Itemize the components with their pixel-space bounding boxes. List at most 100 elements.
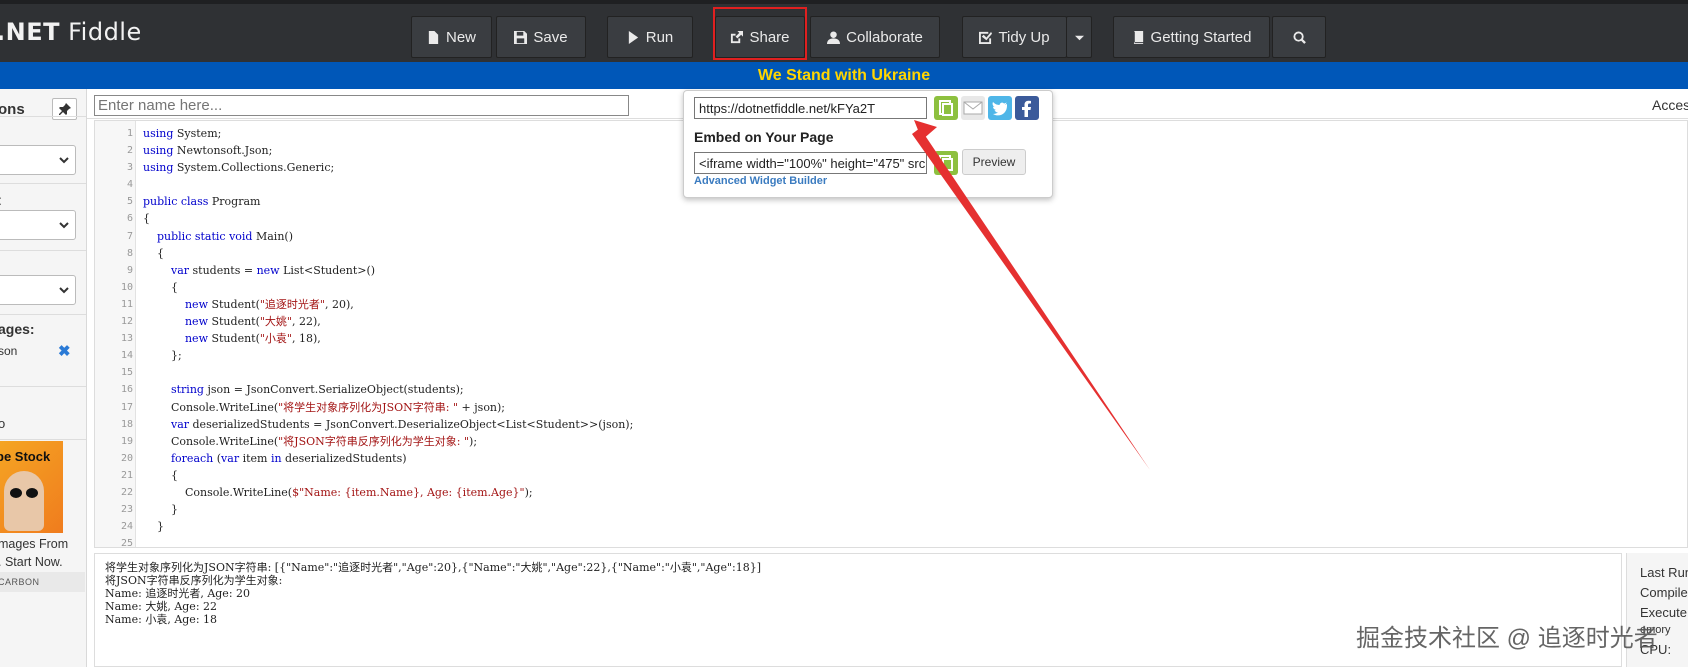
floppy-icon bbox=[514, 30, 528, 44]
code-text: new Student("小袁", 18), bbox=[184, 332, 321, 346]
compiler-select[interactable] bbox=[0, 275, 76, 305]
code-line[interactable]: 23 } bbox=[95, 501, 1687, 518]
collaborate-button[interactable]: Collaborate bbox=[810, 16, 940, 58]
code-line[interactable]: 14 }; bbox=[95, 347, 1687, 364]
code-line[interactable]: 6{ bbox=[95, 210, 1687, 227]
sidebar-divider bbox=[0, 439, 86, 440]
code-line[interactable]: 16 string json = JsonConvert.SerializeOb… bbox=[95, 381, 1687, 398]
code-text: new Student("大姚", 22), bbox=[184, 315, 321, 329]
check-square-icon bbox=[979, 31, 993, 44]
code-line[interactable]: 13 new Student("小袁", 18), bbox=[95, 330, 1687, 347]
code-line[interactable]: 10 { bbox=[95, 279, 1687, 296]
code-line[interactable]: 20 foreach (var item in deserializedStud… bbox=[95, 450, 1687, 467]
code-text: } bbox=[143, 503, 178, 517]
tidy-up-button[interactable]: Tidy Up bbox=[962, 16, 1067, 58]
sidebar-divider bbox=[0, 386, 86, 387]
envelope-icon bbox=[963, 101, 983, 115]
email-share-button[interactable] bbox=[961, 96, 985, 120]
brand-logo[interactable]: .NET Fiddle bbox=[0, 18, 142, 46]
line-number: 6 bbox=[126, 213, 133, 225]
code-text: { bbox=[143, 280, 178, 294]
code-text: Console.WriteLine($"Name: {item.Name}, A… bbox=[143, 485, 533, 499]
package-item: son bbox=[0, 344, 18, 358]
embed-code-input[interactable] bbox=[694, 152, 927, 174]
twitter-share-button[interactable] bbox=[988, 96, 1012, 120]
search-button[interactable] bbox=[1272, 16, 1326, 58]
output-line: 将学生对象序列化为JSON字符串: [{"Name":"追逐时光者","Age"… bbox=[105, 561, 762, 574]
ad-text-line[interactable]: . Start Now. bbox=[0, 555, 63, 569]
stat-last-run: Last Run bbox=[1640, 565, 1688, 580]
output-line: Name: 大姚, Age: 22 bbox=[105, 600, 218, 613]
line-number: 25 bbox=[120, 538, 133, 548]
file-icon bbox=[428, 30, 439, 44]
code-text: public class Program bbox=[143, 195, 261, 209]
output-line: Name: 追逐时光者, Age: 20 bbox=[105, 587, 251, 600]
code-line[interactable]: 9 var students = new List<Student>() bbox=[95, 262, 1687, 279]
line-number: 13 bbox=[120, 333, 133, 345]
watermark: 掘金技术社区 @ 追逐时光者 bbox=[1356, 625, 1658, 652]
fiddle-name-input[interactable] bbox=[94, 95, 629, 116]
ad-carbon-label[interactable]: CARBON bbox=[0, 572, 85, 592]
run-button[interactable]: Run bbox=[607, 16, 693, 58]
save-button[interactable]: Save bbox=[496, 16, 586, 58]
code-line[interactable]: 18 var deserializedStudents = JsonConver… bbox=[95, 416, 1687, 433]
advanced-widget-builder-link[interactable]: Advanced Widget Builder bbox=[694, 175, 827, 187]
line-number: 4 bbox=[126, 179, 133, 191]
code-text: foreach (var item in deserializedStudent… bbox=[170, 451, 407, 465]
line-number: 19 bbox=[120, 435, 133, 447]
sidebar-divider bbox=[0, 116, 86, 117]
code-line[interactable]: 12 new Student("大姚", 22), bbox=[95, 313, 1687, 330]
code-line[interactable]: 11 new Student("追逐时光者", 20), bbox=[95, 296, 1687, 313]
search-icon bbox=[1292, 30, 1306, 44]
line-number: 20 bbox=[120, 452, 133, 464]
copy-embed-button[interactable] bbox=[934, 151, 958, 175]
top-navbar: .NET Fiddle New Save Run Share Collabora… bbox=[0, 0, 1688, 62]
code-text: using System; bbox=[143, 127, 222, 140]
line-number: 23 bbox=[120, 504, 133, 516]
code-text: { bbox=[143, 212, 150, 226]
project-type-label: : bbox=[0, 192, 2, 208]
code-text: using System.Collections.Generic; bbox=[143, 161, 335, 175]
new-button[interactable]: New bbox=[411, 16, 492, 58]
code-line[interactable]: 8 { bbox=[95, 245, 1687, 262]
code-text: { bbox=[143, 468, 178, 482]
project-type-select[interactable] bbox=[0, 210, 76, 240]
code-text: } bbox=[143, 520, 164, 534]
facebook-share-button[interactable] bbox=[1015, 96, 1039, 120]
share-highlight-box bbox=[713, 7, 807, 60]
options-sidebar: ons : ages: son ✖ o be Stock mages From … bbox=[0, 89, 87, 667]
copy-icon bbox=[939, 155, 953, 171]
line-number: 9 bbox=[126, 264, 133, 276]
language-select[interactable] bbox=[0, 145, 76, 175]
copy-url-button[interactable] bbox=[934, 96, 958, 120]
ad-image[interactable]: be Stock bbox=[0, 441, 63, 533]
sidebar-stray-text: o bbox=[0, 416, 5, 431]
remove-package-icon[interactable]: ✖ bbox=[58, 342, 71, 360]
code-line[interactable]: 7 public static void Main() bbox=[95, 228, 1687, 245]
preview-button[interactable]: Preview bbox=[962, 149, 1026, 175]
getting-started-button[interactable]: Getting Started bbox=[1113, 16, 1270, 58]
tidy-up-dropdown[interactable] bbox=[1066, 16, 1092, 58]
line-number: 11 bbox=[120, 298, 133, 310]
ad-text-line[interactable]: mages From bbox=[0, 537, 68, 551]
line-number: 10 bbox=[120, 281, 133, 293]
ukraine-banner[interactable]: We Stand with Ukraine bbox=[0, 62, 1688, 89]
line-number: 12 bbox=[120, 316, 133, 328]
line-number: 7 bbox=[126, 230, 133, 242]
access-label: Acces bbox=[1652, 97, 1688, 113]
code-line[interactable]: 17 Console.WriteLine("将学生对象序列化为JSON字符串: … bbox=[95, 399, 1687, 416]
share-url-input[interactable] bbox=[694, 97, 927, 119]
code-line[interactable]: 19 Console.WriteLine("将JSON字符串反序列化为学生对象:… bbox=[95, 433, 1687, 450]
output-lines: 将学生对象序列化为JSON字符串: [{"Name":"追逐时光者","Age"… bbox=[105, 561, 761, 626]
code-text: Console.WriteLine("将学生对象序列化为JSON字符串: " +… bbox=[143, 400, 506, 414]
code-text: public static void Main() bbox=[157, 229, 293, 243]
twitter-icon bbox=[992, 102, 1007, 116]
code-line[interactable]: 22 Console.WriteLine($"Name: {item.Name}… bbox=[95, 484, 1687, 501]
facebook-icon bbox=[1022, 100, 1031, 117]
line-number: 3 bbox=[126, 162, 133, 174]
code-line[interactable]: 21 { bbox=[95, 467, 1687, 484]
code-line[interactable]: 25 bbox=[95, 535, 1687, 548]
nuget-packages-label: ages: bbox=[0, 321, 35, 337]
code-line[interactable]: 15 bbox=[95, 364, 1687, 381]
code-line[interactable]: 24 } bbox=[95, 518, 1687, 535]
